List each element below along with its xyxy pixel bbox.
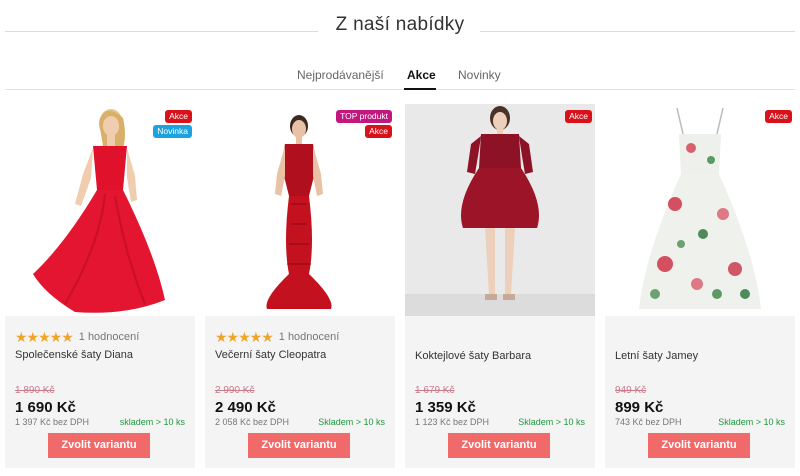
- product-card: Akce Letní šaty Jamey 949 Kč 899 Kč 743 …: [605, 104, 795, 468]
- new-badge: Novinka: [153, 125, 192, 138]
- tabs-baseline: [5, 89, 795, 90]
- burgundy-dress-image: [405, 104, 595, 316]
- old-price: 2 990 Kč: [215, 385, 255, 396]
- choose-variant-button[interactable]: Zvolit variantu: [448, 433, 550, 458]
- product-card: TOP produkt Akce ★★★★★ 1 hodnocení Večer…: [205, 104, 395, 468]
- product-name[interactable]: Letní šaty Jamey: [615, 350, 698, 362]
- star-rating-icon: ★★★★★: [15, 328, 74, 345]
- active-tab-indicator: [404, 88, 436, 90]
- rating-count: 1 hodnocení: [278, 331, 340, 343]
- product-card: Akce Novinka ★★★★★ 1 hodnocení Společens…: [5, 104, 195, 468]
- stock-status: Skladem > 10 ks: [318, 417, 385, 427]
- stock-status: Skladem > 10 ks: [518, 417, 585, 427]
- product-name[interactable]: Koktejlové šaty Barbara: [415, 350, 531, 362]
- sale-badge: Akce: [165, 110, 192, 123]
- old-price: 949 Kč: [615, 385, 647, 396]
- choose-variant-button[interactable]: Zvolit variantu: [48, 433, 150, 458]
- product-card: Akce Koktejlové šaty Barbara 1 679 Kč 1 …: [405, 104, 595, 468]
- product-name[interactable]: Společenské šaty Diana: [15, 349, 133, 361]
- heading-divider-right: [480, 31, 795, 32]
- price: 2 490 Kč: [215, 399, 276, 416]
- price-without-vat: 1 123 Kč bez DPH: [415, 417, 490, 427]
- price-without-vat: 1 397 Kč bez DPH: [15, 417, 90, 427]
- section-heading: Z naší nabídky: [0, 0, 800, 52]
- choose-variant-button[interactable]: Zvolit variantu: [248, 433, 350, 458]
- star-rating-icon: ★★★★★: [215, 328, 274, 345]
- tab-bestsellers[interactable]: Nejprodávanější: [297, 68, 384, 82]
- sale-badge: Akce: [365, 125, 392, 138]
- price: 1 359 Kč: [415, 399, 476, 416]
- product-image[interactable]: Akce Novinka: [5, 104, 195, 316]
- rating[interactable]: ★★★★★ 1 hodnocení: [215, 328, 340, 345]
- price: 899 Kč: [615, 399, 664, 416]
- rating-count: 1 hodnocení: [78, 331, 140, 343]
- price: 1 690 Kč: [15, 399, 76, 416]
- price-without-vat: 743 Kč bez DPH: [615, 417, 682, 427]
- top-product-badge: TOP produkt: [336, 110, 392, 123]
- old-price: 1 890 Kč: [15, 385, 55, 396]
- stock-status: Skladem > 10 ks: [718, 417, 785, 427]
- old-price: 1 679 Kč: [415, 385, 455, 396]
- rating[interactable]: ★★★★★ 1 hodnocení: [15, 328, 140, 345]
- product-image[interactable]: Akce: [405, 104, 595, 316]
- product-image[interactable]: TOP produkt Akce: [205, 104, 395, 316]
- product-image[interactable]: Akce: [605, 104, 795, 316]
- sale-badge: Akce: [765, 110, 792, 123]
- product-name[interactable]: Večerní šaty Cleopatra: [215, 349, 326, 361]
- choose-variant-button[interactable]: Zvolit variantu: [648, 433, 750, 458]
- price-without-vat: 2 058 Kč bez DPH: [215, 417, 290, 427]
- stock-status: skladem > 10 ks: [119, 417, 185, 427]
- floral-dress-image: [605, 104, 795, 316]
- product-tabs: Nejprodávanější Akce Novinky: [0, 62, 800, 92]
- tab-sale[interactable]: Akce: [407, 68, 436, 82]
- tab-new[interactable]: Novinky: [458, 68, 501, 82]
- section-title: Z naší nabídky: [335, 14, 465, 35]
- sale-badge: Akce: [565, 110, 592, 123]
